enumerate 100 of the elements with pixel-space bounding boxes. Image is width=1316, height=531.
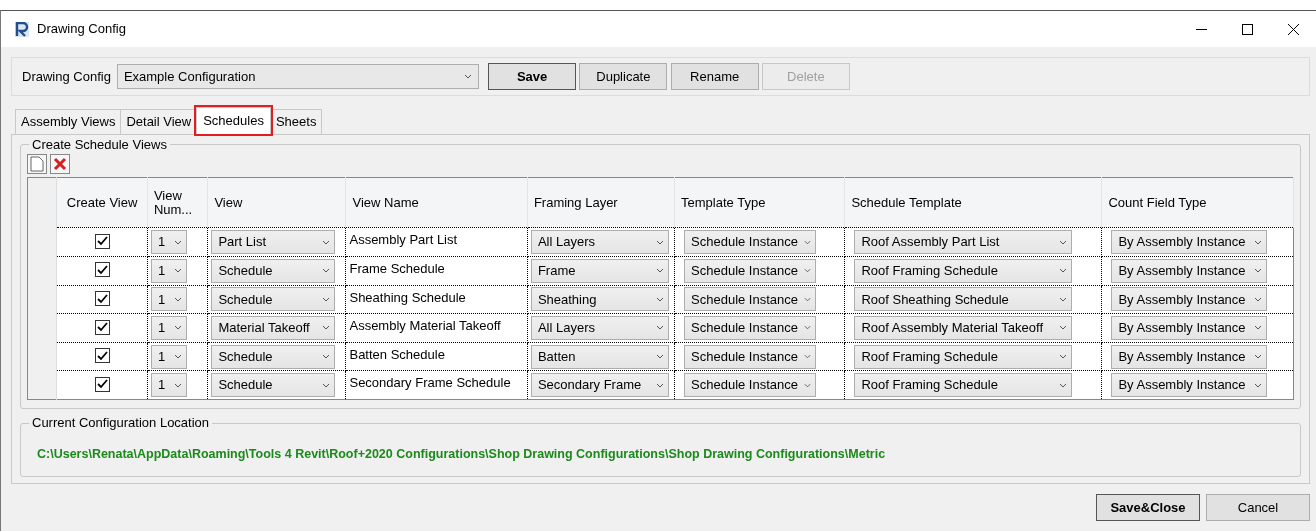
dropdown[interactable]: 1 — [150, 230, 187, 255]
dropdown[interactable]: By Assembly Instance — [1111, 373, 1268, 398]
dropdown[interactable]: Material Takeoff — [211, 315, 336, 340]
dropdown[interactable]: Schedule Instance — [684, 315, 817, 340]
dialog-button[interactable]: Cancel — [1206, 493, 1310, 521]
caret-icon — [173, 239, 182, 245]
dropdown[interactable]: Schedule — [211, 373, 336, 398]
column-header[interactable]: Count Field Type — [1101, 177, 1294, 228]
toolbar-button[interactable]: Duplicate — [579, 63, 668, 90]
dropdown[interactable]: Roof Framing Schedule — [854, 344, 1073, 369]
dropdown[interactable]: Schedule Instance — [684, 258, 817, 283]
dropdown[interactable]: Frame — [530, 258, 669, 283]
caret-icon — [173, 296, 182, 302]
caret-icon — [655, 382, 664, 388]
caret-icon — [655, 268, 664, 274]
caret-icon — [1254, 268, 1263, 274]
dropdown[interactable]: By Assembly Instance — [1111, 230, 1268, 255]
dropdown[interactable]: Schedule — [211, 258, 336, 283]
caret-icon — [322, 268, 331, 274]
column-header[interactable]: Template Type — [674, 177, 845, 228]
caret-icon — [1059, 325, 1068, 331]
table-cell-text: Assembly Material Takeoff — [349, 317, 502, 336]
dropdown[interactable]: Roof Sheathing Schedule — [854, 287, 1073, 312]
window-title: Drawing Config — [37, 20, 126, 39]
delete-row-icon[interactable] — [50, 154, 71, 175]
dropdown[interactable]: 1 — [150, 287, 187, 312]
dropdown[interactable]: Roof Assembly Material Takeoff — [854, 315, 1073, 340]
dropdown[interactable]: Secondary Frame — [530, 373, 669, 398]
column-header[interactable]: Framing Layer — [527, 177, 675, 228]
dropdown[interactable]: 1 — [150, 344, 187, 369]
dropdown[interactable]: By Assembly Instance — [1111, 344, 1268, 369]
dropdown[interactable]: 1 — [150, 373, 187, 398]
dropdown[interactable]: Schedule Instance — [684, 373, 817, 398]
caret-icon — [322, 382, 331, 388]
dropdown[interactable]: Roof Framing Schedule — [854, 258, 1073, 283]
table-cell-text: Secondary Frame Schedule — [349, 374, 512, 393]
checkbox[interactable] — [94, 262, 110, 278]
caret-icon — [1254, 296, 1263, 302]
caret-icon — [322, 325, 331, 331]
caret-icon — [804, 354, 812, 359]
dropdown[interactable]: By Assembly Instance — [1111, 258, 1268, 283]
caret-icon — [1059, 296, 1068, 302]
minimize-icon[interactable] — [1195, 28, 1207, 30]
config-dropdown[interactable]: Example Configuration — [116, 64, 479, 89]
dropdown[interactable]: Roof Framing Schedule — [854, 373, 1073, 398]
dropdown[interactable]: Part List — [211, 230, 336, 255]
dropdown[interactable]: Schedule Instance — [684, 287, 817, 312]
caret-icon — [1059, 382, 1068, 388]
maximize-icon[interactable] — [1241, 23, 1253, 35]
caret-icon — [173, 268, 182, 274]
dropdown[interactable]: Schedule — [211, 344, 336, 369]
caret-icon — [655, 296, 664, 302]
caret-icon — [173, 382, 182, 388]
caret-icon — [463, 74, 472, 79]
caret-icon — [655, 354, 664, 359]
dropdown[interactable]: All Layers — [530, 230, 669, 255]
toolbar-button[interactable]: Rename — [670, 63, 759, 90]
column-header[interactable]: Create View — [56, 177, 148, 228]
dropdown[interactable]: Roof Assembly Part List — [854, 230, 1073, 255]
dropdown[interactable]: Schedule — [211, 287, 336, 312]
checkbox[interactable] — [94, 376, 110, 392]
tab[interactable]: Assembly Views — [15, 109, 122, 134]
dropdown[interactable]: Schedule Instance — [684, 344, 817, 369]
caret-icon — [322, 354, 331, 359]
column-header[interactable]: View — [207, 177, 346, 228]
table-cell-text: Assembly Part List — [349, 231, 459, 250]
caret-icon — [173, 325, 182, 331]
tab[interactable]: Schedules — [196, 107, 271, 134]
dropdown[interactable]: Sheathing — [530, 287, 669, 312]
dropdown[interactable]: 1 — [150, 258, 187, 283]
checkbox[interactable] — [94, 348, 110, 364]
checkbox[interactable] — [94, 233, 110, 249]
dropdown[interactable]: 1 — [150, 315, 187, 340]
column-header[interactable]: View Name — [345, 177, 528, 228]
checkbox[interactable] — [94, 291, 110, 307]
dropdown[interactable]: By Assembly Instance — [1111, 287, 1268, 312]
caret-icon — [804, 268, 812, 274]
dropdown[interactable]: All Layers — [530, 315, 669, 340]
dropdown[interactable]: By Assembly Instance — [1111, 315, 1268, 340]
column-header[interactable]: Schedule Template — [844, 177, 1102, 228]
caret-icon — [804, 382, 812, 388]
caret-icon — [655, 239, 664, 245]
table-cell-text: Batten Schedule — [349, 345, 446, 364]
toolbar-button[interactable]: Save — [488, 63, 577, 90]
dialog-button[interactable]: Save&Close — [1096, 493, 1200, 521]
caret-icon — [804, 239, 812, 245]
caret-icon — [1254, 239, 1263, 245]
column-header[interactable]: View Num... — [147, 177, 208, 228]
caret-icon — [322, 239, 331, 245]
dropdown[interactable]: Schedule Instance — [684, 230, 817, 255]
caret-icon — [1059, 239, 1068, 245]
dropdown[interactable]: Batten — [530, 344, 669, 369]
caret-icon — [322, 296, 331, 302]
checkbox[interactable] — [94, 319, 110, 335]
close-icon[interactable] — [1287, 23, 1299, 35]
caret-icon — [804, 296, 812, 302]
new-row-icon[interactable] — [27, 154, 47, 175]
app-logo-icon — [15, 21, 29, 37]
caret-icon — [1059, 268, 1068, 274]
group-title: Current Configuration Location — [31, 415, 211, 431]
